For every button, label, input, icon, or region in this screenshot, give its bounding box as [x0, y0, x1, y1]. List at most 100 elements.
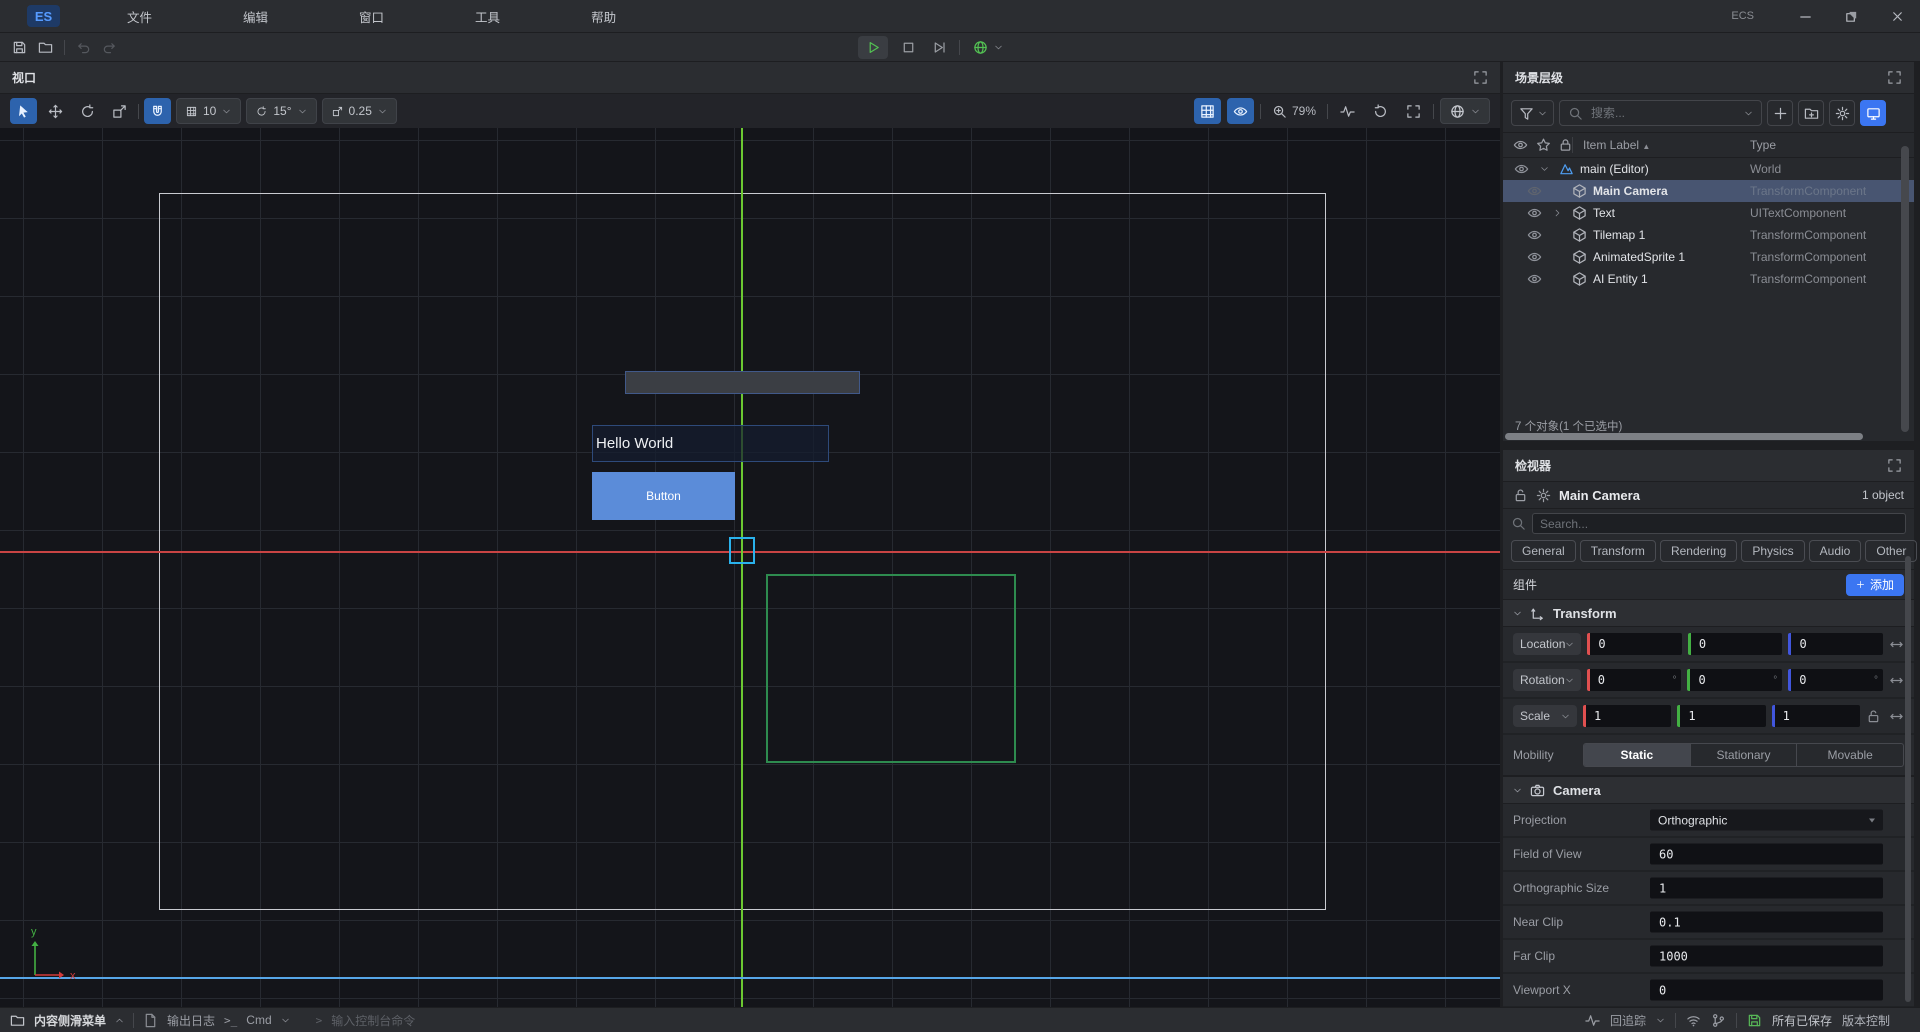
console-command-input[interactable]: 输入控制台命令	[331, 1012, 415, 1029]
location-y-input[interactable]: 0	[1688, 633, 1783, 655]
rotate-tool-button[interactable]	[74, 98, 101, 124]
add-folder-button[interactable]	[1798, 100, 1824, 126]
output-log-button[interactable]: 输出日志	[167, 1012, 215, 1029]
stats-button[interactable]	[1334, 98, 1361, 124]
cmd-button[interactable]: Cmd	[246, 1013, 271, 1027]
hierarchy-row[interactable]: main (Editor)World	[1503, 158, 1914, 180]
network-globe-button[interactable]	[969, 40, 1007, 55]
scene-canvas[interactable]: Hello World Button y x	[0, 128, 1500, 1007]
hierarchy-row[interactable]: AnimatedSprite 1TransformComponent	[1503, 246, 1914, 268]
tab-general[interactable]: General	[1511, 540, 1576, 562]
star-column-icon[interactable]	[1536, 138, 1551, 153]
rotation-snap-dropdown[interactable]: 15°	[246, 98, 316, 124]
tab-audio[interactable]: Audio	[1809, 540, 1862, 562]
maximize-button[interactable]	[1828, 0, 1874, 32]
eye-icon[interactable]	[1527, 250, 1542, 265]
scale-x-input[interactable]: 1	[1583, 705, 1671, 727]
chevron-down-icon[interactable]	[281, 1016, 290, 1025]
tilemap-object[interactable]	[625, 371, 860, 394]
app-logo[interactable]: ES	[27, 5, 60, 27]
show-grid-button[interactable]	[1194, 98, 1221, 124]
eye-icon[interactable]	[1527, 272, 1542, 287]
location-z-input[interactable]: 0	[1788, 633, 1883, 655]
grid-snap-dropdown[interactable]: 10	[176, 98, 241, 124]
scale-z-input[interactable]: 1	[1772, 705, 1860, 727]
transform-section-header[interactable]: Transform	[1503, 599, 1914, 627]
viewport-x-input[interactable]: 0	[1650, 980, 1883, 1001]
mobility-static[interactable]: Static	[1584, 744, 1690, 766]
hierarchy-search[interactable]	[1559, 100, 1762, 126]
button-object[interactable]: Button	[592, 472, 735, 520]
rotation-dropdown[interactable]: Rotation	[1513, 669, 1581, 691]
scale-dropdown[interactable]: Scale	[1513, 705, 1577, 727]
backtrace-button[interactable]: 回追踪	[1610, 1012, 1646, 1029]
display-button[interactable]	[1860, 100, 1886, 126]
expand-panel-icon[interactable]	[1887, 70, 1902, 85]
step-button[interactable]	[928, 36, 950, 59]
location-dropdown[interactable]: Location	[1513, 633, 1581, 655]
wifi-icon[interactable]	[1686, 1013, 1701, 1028]
camera-selection-box[interactable]	[729, 537, 755, 564]
projection-dropdown[interactable]: Orthographic	[1650, 810, 1883, 831]
add-component-button[interactable]: 添加	[1846, 574, 1904, 596]
menu-item-3[interactable]: 工具	[475, 7, 500, 26]
rotation-y-input[interactable]: 0°	[1687, 669, 1782, 691]
save-icon[interactable]	[12, 40, 27, 55]
tab-rendering[interactable]: Rendering	[1660, 540, 1737, 562]
minimize-button[interactable]	[1782, 0, 1828, 32]
zoom-control[interactable]: 79%	[1267, 104, 1321, 119]
vertical-scrollbar[interactable]	[1905, 556, 1911, 1002]
column-type[interactable]: Type	[1750, 138, 1776, 152]
link-values-icon[interactable]	[1889, 709, 1904, 724]
scale-snap-dropdown[interactable]: 0.25	[322, 98, 397, 124]
chevron-up-icon[interactable]	[115, 1016, 124, 1025]
camera-section-header[interactable]: Camera	[1503, 776, 1914, 804]
eye-column-icon[interactable]	[1513, 138, 1528, 153]
version-control-button[interactable]: 版本控制	[1842, 1012, 1890, 1029]
visibility-button[interactable]	[1227, 98, 1254, 124]
scale-y-input[interactable]: 1	[1677, 705, 1765, 727]
open-folder-icon[interactable]	[38, 40, 53, 55]
add-entity-button[interactable]	[1767, 100, 1793, 126]
filter-button[interactable]	[1511, 100, 1554, 126]
hierarchy-settings-button[interactable]	[1829, 100, 1855, 126]
hierarchy-row[interactable]: AI Entity 1TransformComponent	[1503, 268, 1914, 290]
near-clip-input[interactable]: 0.1	[1650, 912, 1883, 933]
tab-transform[interactable]: Transform	[1580, 540, 1656, 562]
reset-view-button[interactable]	[1367, 98, 1394, 124]
eye-icon[interactable]	[1527, 228, 1542, 243]
link-values-icon[interactable]	[1889, 637, 1904, 652]
far-clip-input[interactable]: 1000	[1650, 946, 1883, 967]
vertical-scrollbar[interactable]	[1901, 146, 1909, 432]
lock-column-icon[interactable]	[1558, 138, 1573, 153]
menu-item-2[interactable]: 窗口	[359, 7, 384, 26]
hierarchy-row[interactable]: Tilemap 1TransformComponent	[1503, 224, 1914, 246]
branch-icon[interactable]	[1711, 1013, 1726, 1028]
content-menu-button[interactable]: 内容侧滑菜单	[34, 1012, 106, 1029]
hierarchy-row[interactable]: TextUITextComponent	[1503, 202, 1914, 224]
snap-toggle-button[interactable]	[144, 98, 171, 124]
select-tool-button[interactable]	[10, 98, 37, 124]
stop-button[interactable]	[897, 36, 919, 59]
horizontal-scrollbar[interactable]	[1505, 433, 1863, 440]
rotation-z-input[interactable]: 0°	[1788, 669, 1883, 691]
play-button[interactable]	[858, 36, 888, 59]
menu-item-1[interactable]: 编辑	[243, 7, 268, 26]
scale-tool-button[interactable]	[106, 98, 133, 124]
lock-icon[interactable]	[1513, 488, 1528, 503]
eye-icon[interactable]	[1514, 162, 1529, 177]
close-button[interactable]	[1874, 0, 1920, 32]
hierarchy-search-input[interactable]	[1589, 105, 1738, 121]
location-x-input[interactable]: 0	[1587, 633, 1682, 655]
hierarchy-row[interactable]: Main CameraTransformComponent	[1503, 180, 1914, 202]
field-of-view-input[interactable]: 60	[1650, 844, 1883, 865]
entity-bounds-rect[interactable]	[766, 574, 1016, 763]
view-mode-dropdown[interactable]	[1440, 98, 1490, 124]
column-item-label[interactable]: Item Label ▲	[1583, 138, 1650, 152]
mobility-movable[interactable]: Movable	[1796, 744, 1903, 766]
chevron-down-icon[interactable]	[1540, 165, 1549, 174]
eye-icon[interactable]	[1527, 206, 1542, 221]
chevron-right-icon[interactable]	[1553, 209, 1562, 218]
expand-panel-icon[interactable]	[1473, 70, 1488, 85]
gear-icon[interactable]	[1536, 488, 1551, 503]
